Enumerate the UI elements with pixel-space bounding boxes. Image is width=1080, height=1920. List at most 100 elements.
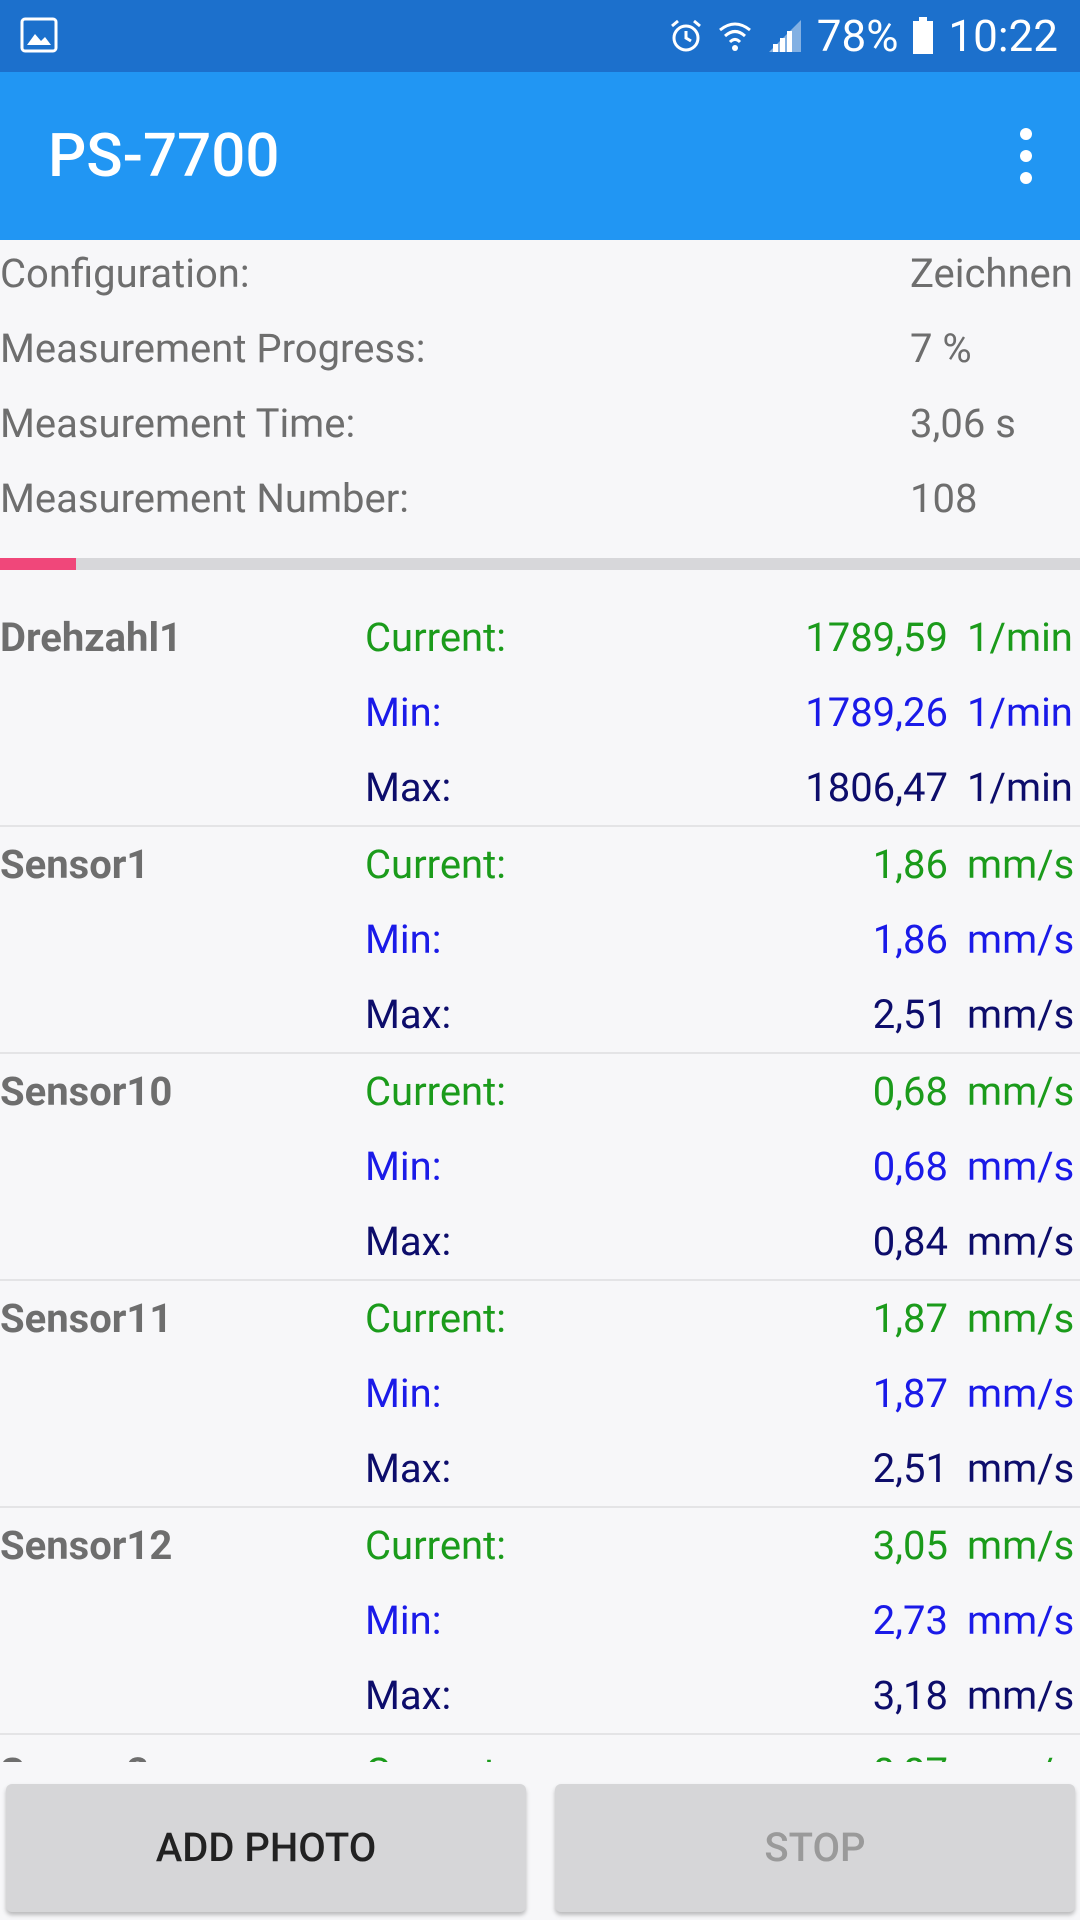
bottom-button-bar: ADD PHOTO STOP	[0, 1762, 1080, 1920]
info-value: 7 %	[910, 325, 972, 372]
current-row: Current: 3,05 mm/s	[0, 1508, 1080, 1583]
sensor-group: Sensor12 Current: 3,05 mm/s Min: 2,73 mm…	[0, 1508, 1080, 1735]
status-bar: 78% 10:22	[0, 0, 1080, 72]
unit-label: 1/min	[967, 764, 1073, 811]
min-value: 1,86	[872, 916, 948, 963]
clock: 10:22	[948, 10, 1058, 62]
max-label: Max:	[365, 1672, 452, 1719]
max-value: 1806,47	[805, 764, 948, 811]
max-value: 0,84	[872, 1218, 948, 1265]
app-title: PS-7700	[48, 120, 280, 191]
image-icon	[20, 16, 58, 54]
min-row: Min: 1,86 mm/s	[0, 902, 1080, 977]
min-label: Min:	[365, 689, 442, 736]
max-label: Max:	[365, 764, 452, 811]
add-photo-button[interactable]: ADD PHOTO	[6, 1784, 526, 1912]
stop-button[interactable]: STOP	[555, 1784, 1075, 1912]
sensor-group: Sensor11 Current: 1,87 mm/s Min: 1,87 mm…	[0, 1281, 1080, 1508]
measurement-info: Configuration: Zeichnen Measurement Prog…	[0, 240, 1080, 540]
min-label: Min:	[365, 916, 442, 963]
current-value: 1789,59	[805, 614, 948, 661]
wifi-icon	[717, 18, 753, 54]
info-value: 3,06 s	[910, 400, 1016, 447]
progress-fill	[0, 558, 76, 570]
unit-label: mm/s	[967, 991, 1075, 1038]
current-label: Current:	[365, 1295, 506, 1342]
min-value: 1,87	[872, 1370, 948, 1417]
max-value: 2,51	[872, 991, 948, 1038]
min-row: Min: 2,73 mm/s	[0, 1583, 1080, 1658]
current-label: Current:	[365, 841, 506, 888]
current-label: Current:	[365, 1749, 506, 1762]
max-row: Max: 2,51 mm/s	[0, 1431, 1080, 1506]
unit-label: mm/s	[967, 1218, 1075, 1265]
unit-label: mm/s	[967, 1445, 1075, 1492]
unit-label: mm/s	[967, 916, 1075, 963]
current-row: Current: 0,68 mm/s	[0, 1054, 1080, 1129]
more-vert-icon[interactable]	[1008, 128, 1044, 184]
max-label: Max:	[365, 991, 452, 1038]
info-label: Measurement Time:	[0, 400, 356, 447]
battery-percent: 78%	[816, 10, 899, 62]
min-label: Min:	[365, 1143, 442, 1190]
info-value: 108	[910, 475, 978, 522]
unit-label: mm/s	[967, 1672, 1075, 1719]
unit-label: mm/s	[967, 1295, 1075, 1342]
info-row-progress: Measurement Progress: 7 %	[0, 315, 1080, 390]
current-value: 0,87	[873, 1749, 948, 1762]
min-value: 1789,26	[805, 689, 948, 736]
sensor-group: Sensor1 Current: 1,86 mm/s Min: 1,86 mm/…	[0, 827, 1080, 1054]
max-value: 2,51	[872, 1445, 948, 1492]
min-row: Min: 1789,26 1/min	[0, 675, 1080, 750]
current-label: Current:	[365, 1068, 506, 1115]
unit-label: mm/s	[967, 1143, 1075, 1190]
max-row: Max: 0,84 mm/s	[0, 1204, 1080, 1279]
measurement-progress-bar	[0, 558, 1080, 570]
sensor-group: Sensor2 Current: 0,87 mm/s	[0, 1735, 1080, 1762]
unit-label: 1/min	[967, 689, 1073, 736]
min-value: 0,68	[872, 1143, 948, 1190]
current-label: Current:	[365, 614, 506, 661]
unit-label: mm/s	[967, 1370, 1075, 1417]
unit-label: mm/s	[967, 1068, 1075, 1115]
unit-label: mm/s	[967, 841, 1075, 888]
current-value: 3,05	[872, 1522, 948, 1569]
current-row: Current: 0,87 mm/s	[0, 1735, 1080, 1762]
battery-icon	[912, 17, 934, 55]
info-label: Configuration:	[0, 250, 250, 297]
alarm-icon	[669, 18, 703, 54]
min-label: Min:	[365, 1370, 442, 1417]
sensor-list[interactable]: Drehzahl1 Current: 1789,59 1/min Min: 17…	[0, 600, 1080, 1762]
unit-label: mm/s	[967, 1522, 1075, 1569]
signal-icon	[767, 18, 803, 54]
max-value: 3,18	[872, 1672, 948, 1719]
current-row: Current: 1,87 mm/s	[0, 1281, 1080, 1356]
current-row: Current: 1,86 mm/s	[0, 827, 1080, 902]
info-label: Measurement Progress:	[0, 325, 426, 372]
current-value: 0,68	[872, 1068, 948, 1115]
max-row: Max: 2,51 mm/s	[0, 977, 1080, 1052]
min-row: Min: 1,87 mm/s	[0, 1356, 1080, 1431]
unit-label: mm/s	[967, 1597, 1075, 1644]
current-value: 1,86	[872, 841, 948, 888]
unit-label: mm/s	[967, 1749, 1074, 1762]
info-row-time: Measurement Time: 3,06 s	[0, 390, 1080, 465]
info-label: Measurement Number:	[0, 475, 409, 522]
max-row: Max: 3,18 mm/s	[0, 1658, 1080, 1733]
min-value: 2,73	[872, 1597, 948, 1644]
current-label: Current:	[365, 1522, 506, 1569]
info-row-configuration: Configuration: Zeichnen	[0, 240, 1080, 315]
sensor-group: Drehzahl1 Current: 1789,59 1/min Min: 17…	[0, 600, 1080, 827]
app-bar: PS-7700	[0, 72, 1080, 240]
max-row: Max: 1806,47 1/min	[0, 750, 1080, 825]
min-row: Min: 0,68 mm/s	[0, 1129, 1080, 1204]
max-label: Max:	[365, 1445, 452, 1492]
current-row: Current: 1789,59 1/min	[0, 600, 1080, 675]
current-value: 1,87	[872, 1295, 948, 1342]
unit-label: 1/min	[967, 614, 1073, 661]
min-label: Min:	[365, 1597, 442, 1644]
info-value: Zeichnen	[910, 250, 1073, 297]
sensor-group: Sensor10 Current: 0,68 mm/s Min: 0,68 mm…	[0, 1054, 1080, 1281]
info-row-number: Measurement Number: 108	[0, 465, 1080, 540]
max-label: Max:	[365, 1218, 452, 1265]
